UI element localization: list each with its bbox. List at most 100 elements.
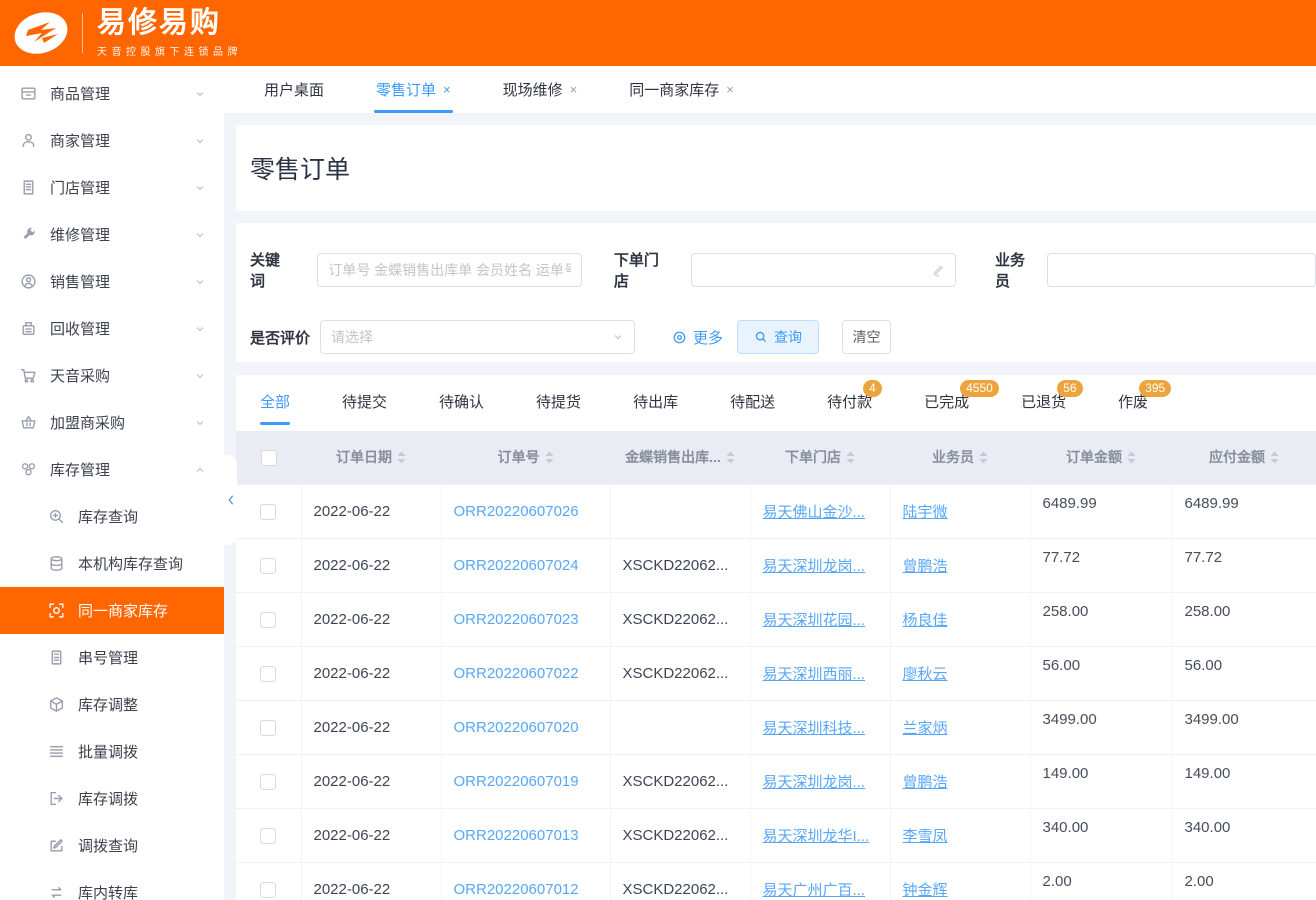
status-tab-voided[interactable]: 作废395 <box>1118 391 1148 425</box>
col-payable-amount[interactable]: 应付金额 <box>1172 431 1316 484</box>
close-icon[interactable]: × <box>443 82 451 97</box>
order-no-link[interactable]: ORR20220607020 <box>454 719 579 736</box>
status-tab-returned[interactable]: 已退货56 <box>1021 391 1066 425</box>
sidebar-item-recycle-mgmt[interactable]: 回收管理 <box>0 305 224 352</box>
col-order-no[interactable]: 订单号 <box>441 431 610 484</box>
salesperson-link[interactable]: 钟金辉 <box>903 882 948 899</box>
row-checkbox[interactable] <box>260 558 276 574</box>
salesperson-link[interactable]: 曾鹏浩 <box>903 558 948 575</box>
cell-order-amount: 2.00 <box>1030 862 1172 900</box>
sidebar-item-stock-transfer[interactable]: 库存调拨 <box>0 775 224 822</box>
salesperson-link[interactable]: 李雪凤 <box>903 828 948 845</box>
status-tab-all[interactable]: 全部 <box>260 391 290 425</box>
salesperson-input[interactable] <box>1058 262 1305 278</box>
sidebar-item-repair-mgmt[interactable]: 维修管理 <box>0 211 224 258</box>
sidebar-item-stock-query[interactable]: 库存查询 <box>0 493 224 540</box>
store-input[interactable] <box>702 262 931 278</box>
status-tab-pending-pickup[interactable]: 待提货 <box>536 391 581 425</box>
rating-select[interactable]: 请选择 <box>320 320 635 354</box>
status-tab-pending-payment[interactable]: 待付款4 <box>827 391 872 425</box>
cell-order-amount: 258.00 <box>1030 592 1172 646</box>
more-filters-link[interactable]: 更多 <box>672 327 723 348</box>
order-no-link[interactable]: ORR20220607012 <box>454 881 579 898</box>
col-kingdee-outbound[interactable]: 金蝶销售出库... <box>610 431 750 484</box>
sidebar-item-batch-transfer[interactable]: 批量调拨 <box>0 728 224 775</box>
wrench-icon <box>20 226 37 243</box>
sort-icon[interactable] <box>726 451 735 464</box>
status-tab-pending-outbound[interactable]: 待出库 <box>633 391 678 425</box>
sort-icon[interactable] <box>545 451 554 464</box>
order-no-link[interactable]: ORR20220607024 <box>454 557 579 574</box>
sort-icon[interactable] <box>397 451 406 464</box>
sidebar-item-sales-mgmt[interactable]: 销售管理 <box>0 258 224 305</box>
window-tab-onsite-repair[interactable]: 现场维修 × <box>503 66 578 113</box>
select-all-checkbox[interactable] <box>261 450 277 466</box>
order-no-link[interactable]: ORR20220607026 <box>454 503 579 520</box>
close-icon[interactable]: × <box>726 82 734 97</box>
col-salesperson[interactable]: 业务员 <box>890 431 1030 484</box>
store-link[interactable]: 易天广州广百... <box>763 882 866 899</box>
store-link[interactable]: 易天深圳科技... <box>763 720 866 737</box>
salesperson-link[interactable]: 兰家炳 <box>903 720 948 737</box>
sort-icon[interactable] <box>1270 451 1279 464</box>
order-no-link[interactable]: ORR20220607013 <box>454 827 579 844</box>
sort-icon[interactable] <box>1127 451 1136 464</box>
store-link[interactable]: 易天深圳龙岗... <box>763 774 866 791</box>
sidebar-item-same-merchant-stock[interactable]: 同一商家库存 <box>0 587 224 634</box>
col-label: 下单门店 <box>785 447 841 467</box>
close-icon[interactable]: × <box>570 82 578 97</box>
row-checkbox[interactable] <box>260 828 276 844</box>
orders-table: 订单日期 订单号 金蝶销售出库... 下单门店 业务员 订单金额 应付金额 2 <box>236 431 1316 900</box>
sidebar-item-store-mgmt[interactable]: 门店管理 <box>0 164 224 211</box>
row-checkbox[interactable] <box>260 504 276 520</box>
row-checkbox[interactable] <box>260 882 276 898</box>
row-checkbox[interactable] <box>260 666 276 682</box>
row-checkbox[interactable] <box>260 612 276 628</box>
recycle-device-icon <box>20 320 37 337</box>
sidebar-item-org-stock-query[interactable]: 本机构库存查询 <box>0 540 224 587</box>
order-no-link[interactable]: ORR20220607022 <box>454 665 579 682</box>
status-tab-completed[interactable]: 已完成4550 <box>924 391 969 425</box>
status-tab-pending-submit[interactable]: 待提交 <box>342 391 387 425</box>
cell-order-date: 2022-06-22 <box>301 646 441 700</box>
salesperson-link[interactable]: 廖秋云 <box>903 666 948 683</box>
status-tab-label: 待出库 <box>633 394 678 411</box>
sidebar-collapse-handle[interactable] <box>224 455 237 545</box>
sidebar-item-franchise-purchase[interactable]: 加盟商采购 <box>0 399 224 446</box>
window-tab-same-merchant-stock[interactable]: 同一商家库存 × <box>629 66 734 113</box>
status-tab-pending-delivery[interactable]: 待配送 <box>730 391 775 425</box>
window-tab-retail-orders[interactable]: 零售订单 × <box>376 66 451 113</box>
sort-icon[interactable] <box>979 451 988 464</box>
search-button[interactable]: 查询 <box>737 320 819 354</box>
store-link[interactable]: 易天深圳西丽... <box>763 666 866 683</box>
store-link[interactable]: 易天深圳龙华I... <box>763 828 870 845</box>
row-checkbox[interactable] <box>260 720 276 736</box>
order-no-link[interactable]: ORR20220607023 <box>454 611 579 628</box>
sidebar-item-stock-adjust[interactable]: 库存调整 <box>0 681 224 728</box>
sidebar-item-internal-transfer[interactable]: 库内转库 <box>0 869 224 900</box>
salesperson-link[interactable]: 杨良佳 <box>903 612 948 629</box>
salesperson-link[interactable]: 陆宇微 <box>903 504 948 521</box>
sidebar-item-tianyin-purchase[interactable]: 天音采购 <box>0 352 224 399</box>
sidebar-item-product-mgmt[interactable]: 商品管理 <box>0 70 224 117</box>
store-link[interactable]: 易天佛山金沙... <box>763 504 866 521</box>
row-checkbox[interactable] <box>260 774 276 790</box>
col-order-amount[interactable]: 订单金额 <box>1030 431 1172 484</box>
col-order-date[interactable]: 订单日期 <box>301 431 441 484</box>
sidebar-item-transfer-query[interactable]: 调拨查询 <box>0 822 224 869</box>
status-tab-pending-confirm[interactable]: 待确认 <box>439 391 484 425</box>
keyword-input[interactable] <box>328 262 571 278</box>
sidebar-item-merchant-mgmt[interactable]: 商家管理 <box>0 117 224 164</box>
clear-button[interactable]: 清空 <box>842 320 891 354</box>
order-no-link[interactable]: ORR20220607019 <box>454 773 579 790</box>
sidebar-item-inventory-mgmt[interactable]: 库存管理 <box>0 446 224 493</box>
store-link[interactable]: 易天深圳龙岗... <box>763 558 866 575</box>
sort-icon[interactable] <box>846 451 855 464</box>
store-link[interactable]: 易天深圳花园... <box>763 612 866 629</box>
salesperson-link[interactable]: 曾鹏浩 <box>903 774 948 791</box>
sidebar-item-serial-mgmt[interactable]: 串号管理 <box>0 634 224 681</box>
chevron-down-icon <box>194 417 206 429</box>
status-tab-label: 待提交 <box>342 394 387 411</box>
window-tab-user-desktop[interactable]: 用户桌面 <box>264 66 324 113</box>
col-store[interactable]: 下单门店 <box>750 431 890 484</box>
